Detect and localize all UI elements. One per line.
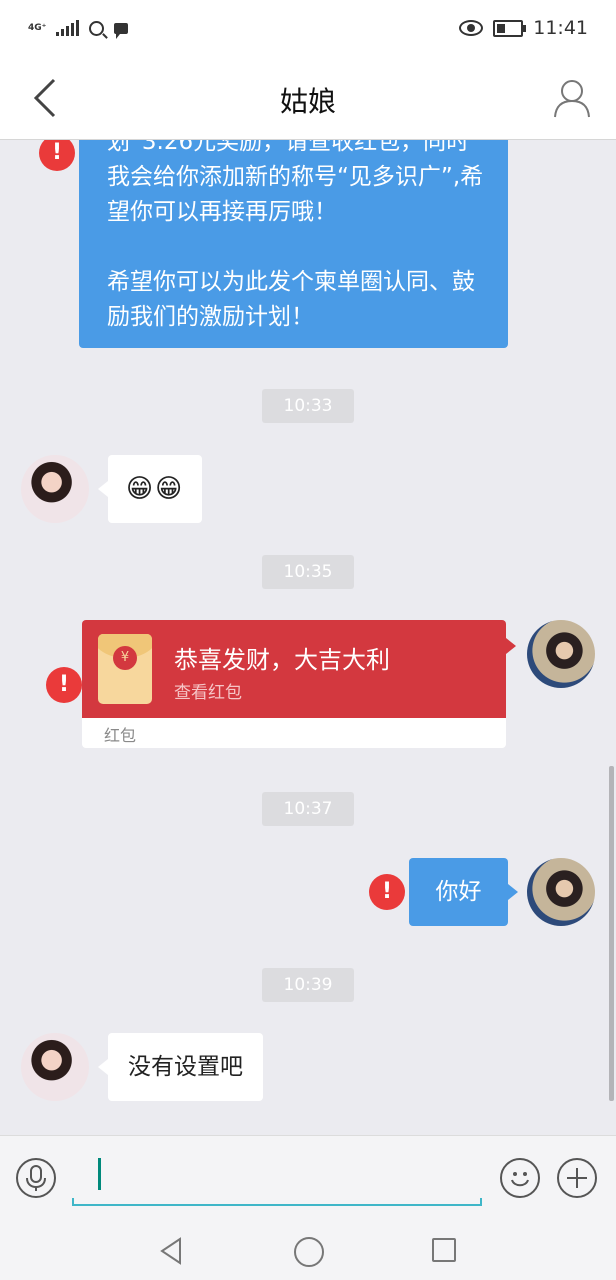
message-bubble-sent[interactable]: 恭喜你获得“柬单网科普激励计划”3.26元奖励，请查收红包，同时我会给你添加新的… <box>79 140 508 348</box>
send-failed-icon[interactable]: ! <box>46 667 82 703</box>
status-bar: 4G⁺ 11:41 <box>0 0 616 56</box>
smiley-glyph <box>511 1172 529 1187</box>
input-bar <box>0 1135 616 1221</box>
status-left: 4G⁺ <box>28 20 129 39</box>
status-right: 11:41 <box>459 17 588 39</box>
plus-glyph <box>567 1168 587 1188</box>
timestamp: 10:33 <box>262 389 354 423</box>
battery-icon <box>493 19 527 37</box>
red-packet-subtitle: 查看红包 <box>174 683 242 703</box>
red-packet-label: 红包 <box>104 726 137 745</box>
system-recents-icon[interactable] <box>432 1238 456 1262</box>
message-icon <box>114 22 129 39</box>
red-packet-footer: 红包 <box>82 718 506 748</box>
input-underline <box>72 1198 482 1206</box>
grin-emoji-icon: 😁😁 <box>126 474 185 504</box>
message-field[interactable] <box>72 1150 482 1206</box>
clock: 11:41 <box>533 17 588 39</box>
plus-icon[interactable] <box>557 1158 597 1198</box>
my-avatar[interactable] <box>527 858 595 926</box>
eye-comfort-icon <box>459 20 484 36</box>
search-icon <box>89 20 105 36</box>
send-failed-icon[interactable]: ! <box>369 874 405 910</box>
red-packet-icon: ¥ <box>98 634 152 704</box>
network-type: 4G⁺ <box>28 22 47 33</box>
microphone-glyph <box>26 1165 46 1191</box>
smiley-icon[interactable] <box>500 1158 540 1198</box>
send-failed-icon[interactable]: ! <box>39 140 75 171</box>
message-text: 恭喜你获得“柬单网科普激励计划”3.26元奖励，请查收红包，同时我会给你添加新的… <box>107 140 484 330</box>
chat-list[interactable]: 恭喜你获得“柬单网科普激励计划”3.26元奖励，请查收红包，同时我会给你添加新的… <box>0 140 616 1135</box>
timestamp: 10:37 <box>262 792 354 826</box>
contact-avatar[interactable] <box>21 1033 89 1101</box>
message-bubble-received[interactable]: 😁😁 <box>97 455 203 523</box>
system-nav-bar <box>0 1221 616 1280</box>
contact-avatar[interactable] <box>21 455 89 523</box>
message-input[interactable] <box>102 1156 466 1194</box>
message-bubble-sent[interactable]: 你好 <box>409 858 518 926</box>
message-bubble-received[interactable]: 没有设置吧 <box>98 1033 263 1101</box>
system-back-icon[interactable] <box>158 1237 186 1265</box>
my-avatar[interactable] <box>527 620 595 688</box>
microphone-icon[interactable] <box>16 1158 56 1198</box>
message-text: 你好 <box>435 879 482 905</box>
text-cursor <box>98 1158 101 1190</box>
red-packet-message[interactable]: ¥ 恭喜发财，大吉大利 查看红包 红包 <box>82 620 516 750</box>
timestamp: 10:39 <box>262 968 354 1002</box>
system-home-icon[interactable] <box>294 1237 324 1267</box>
person-icon[interactable] <box>552 78 592 118</box>
scrollbar[interactable] <box>609 766 614 1101</box>
chat-title: 姑娘 <box>279 85 336 118</box>
yuan-coin-icon: ¥ <box>113 646 137 670</box>
signal-icon <box>56 20 80 36</box>
nav-bar: 姑娘 <box>0 56 616 140</box>
red-packet-body: ¥ 恭喜发财，大吉大利 查看红包 <box>82 620 506 718</box>
timestamp: 10:35 <box>262 555 354 589</box>
message-text: 没有设置吧 <box>128 1054 243 1080</box>
red-packet-title: 恭喜发财，大吉大利 <box>174 646 390 674</box>
